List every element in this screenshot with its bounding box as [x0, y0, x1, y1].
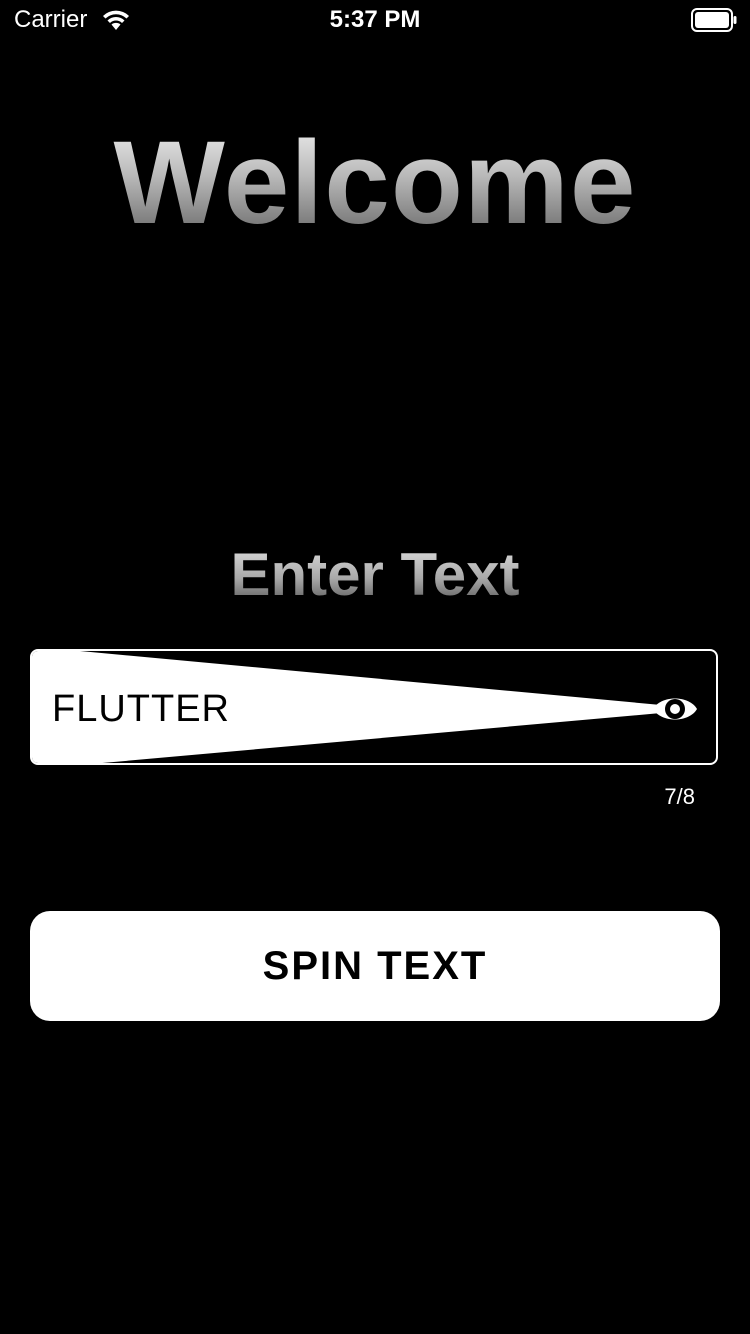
status-bar: Carrier 5:37 PM [0, 0, 750, 40]
clock: 5:37 PM [329, 6, 421, 33]
text-input-value[interactable]: FLUTTER [52, 687, 230, 731]
eye-icon[interactable] [651, 687, 699, 731]
welcome-title: Welcome [0, 118, 750, 248]
battery-icon [691, 8, 737, 32]
spin-text-button[interactable]: SPIN TEXT [30, 911, 720, 1021]
text-input-field[interactable]: FLUTTER [30, 649, 718, 765]
spin-text-button-label: SPIN TEXT [262, 943, 488, 988]
enter-text-label: Enter Text [0, 540, 750, 610]
character-counter: 7/8 [664, 784, 695, 809]
